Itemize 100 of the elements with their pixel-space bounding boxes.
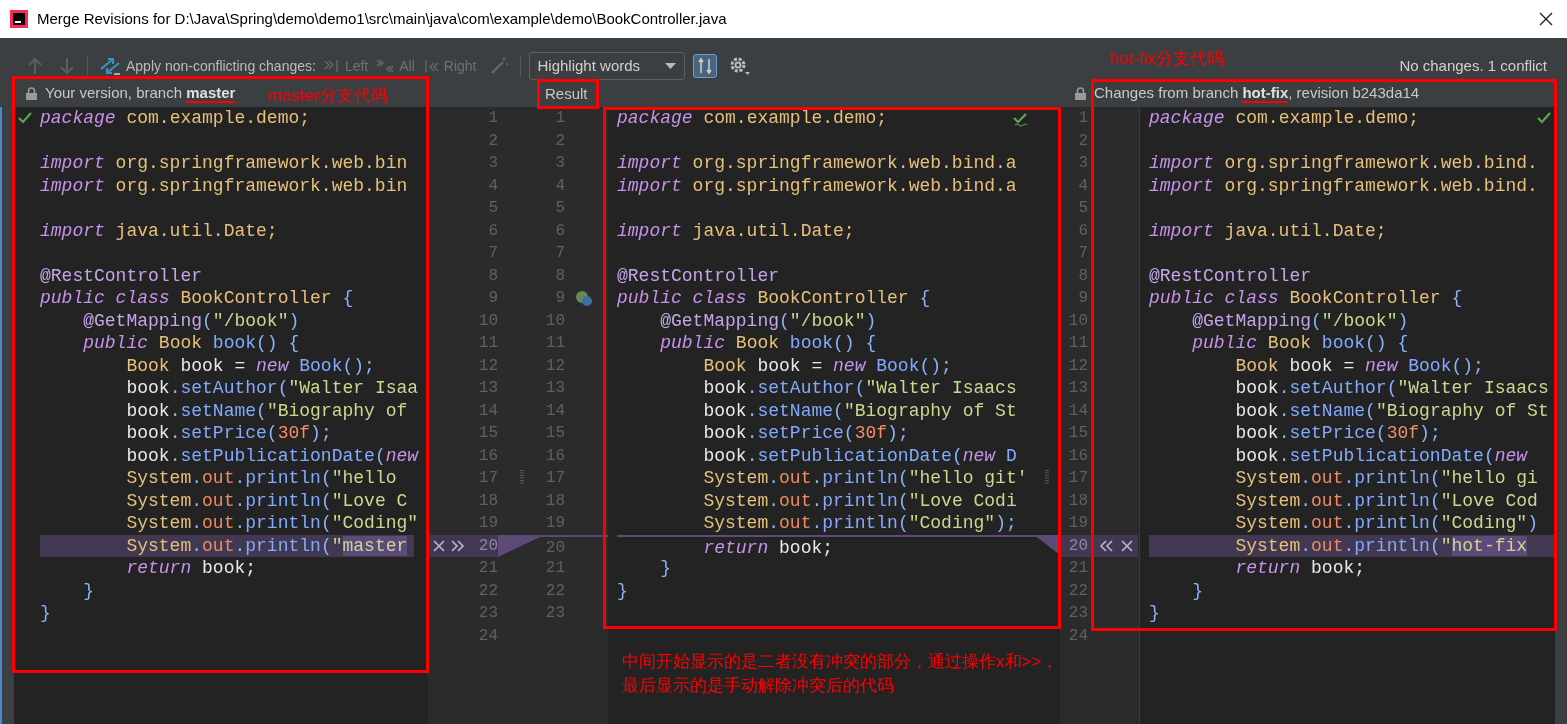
line-number: 10: [1067, 310, 1088, 332]
line-number: 2: [1077, 130, 1088, 152]
code-line: return book;: [1234, 558, 1366, 578]
code-line: import org.springframework.web.bind.a: [617, 175, 1017, 196]
code-line: @GetMapping("/book"): [1191, 310, 1409, 331]
code-line: }: [659, 558, 671, 578]
annotation-label: hot-fix分支代码: [1110, 48, 1225, 70]
code-line: System.out.println("Coding");: [702, 513, 1017, 533]
code-line: book.setAuthor("Walter Isaacs: [702, 378, 1017, 398]
line-number: 6: [1077, 220, 1088, 242]
line-number: 19: [477, 513, 498, 534]
checkmark-icon: [18, 112, 32, 124]
line-number: 17: [544, 468, 565, 489]
annotation-note: 中间开始显示的是二者没有冲突的部分，通过操作x和>>，最后显示的是手动解除冲突后的代码: [622, 651, 1060, 697]
code-line: System.out.println("Coding": [125, 513, 419, 533]
code-line: }: [40, 603, 51, 623]
merge-arrows-icon[interactable]: [99, 56, 121, 76]
line-number: 1: [487, 108, 498, 129]
code-editor[interactable]: [1140, 107, 1555, 724]
line-number: 9: [554, 288, 565, 309]
code-line: public Book book() {: [1191, 333, 1409, 353]
line-number: 3: [554, 153, 565, 174]
line-number: 21: [1067, 558, 1088, 579]
line-number: 16: [477, 445, 498, 467]
line-number: 9: [1077, 288, 1088, 309]
code-line: @RestController: [40, 265, 203, 286]
line-number: 1: [554, 108, 565, 129]
code-line: System.out.println("hello gi: [1234, 468, 1538, 488]
settings-icon[interactable]: [728, 56, 751, 76]
highlight-dropdown[interactable]: Highlight words: [528, 52, 685, 80]
line-number: 1: [1077, 108, 1088, 129]
apply-all-icon: [376, 58, 395, 74]
code-line: }: [1149, 603, 1160, 623]
line-number: 9: [487, 288, 498, 309]
line-number: 10: [544, 310, 565, 332]
line-number: 13: [544, 378, 565, 399]
code-line: package com.example.demo;: [617, 108, 888, 128]
code-line: book.setPublicationDate(new D: [702, 445, 1017, 466]
line-number: 2: [487, 130, 498, 152]
code-line: System.out.println("master: [125, 535, 408, 556]
line-number: 5: [554, 198, 565, 219]
line-number: 16: [544, 445, 565, 467]
code-line: System.out.println("Coding"): [1234, 513, 1538, 533]
line-number: 17: [477, 468, 498, 489]
line-number: 3: [1077, 153, 1088, 174]
code-line: public class BookController {: [617, 288, 931, 308]
line-number: 20: [477, 535, 498, 557]
code-line: public Book book() {: [659, 333, 877, 353]
line-number: 18: [1067, 490, 1088, 512]
line-number: 15: [477, 423, 498, 444]
line-number: 4: [1077, 175, 1088, 197]
code-line: }: [82, 580, 94, 601]
line-number: 20: [543, 534, 565, 557]
code-line: book.setPrice(30f);: [125, 423, 332, 443]
line-number: 24: [1067, 625, 1088, 647]
code-line: import org.springframework.web.bin: [40, 175, 408, 196]
code-line: import org.springframework.web.bin: [40, 153, 408, 173]
line-number: 13: [477, 378, 498, 399]
code-line: import java.util.Date;: [40, 220, 278, 241]
double-chevron-right-icon[interactable]: [450, 538, 466, 553]
code-line: @GetMapping("/book"): [82, 310, 300, 331]
line-number: 23: [1067, 603, 1088, 624]
line-number: 8: [554, 265, 565, 287]
annotation-frame: [537, 79, 599, 109]
line-number: 21: [544, 558, 565, 579]
conflict-status: No changes. 1 conflict: [1399, 55, 1547, 76]
code-line: book.setAuthor("Walter Isaacs: [1234, 378, 1549, 398]
code-editor[interactable]: [608, 107, 1060, 724]
checkmark-icon: [1013, 113, 1029, 127]
line-number: 14: [477, 400, 498, 422]
pane-header: Result: [545, 85, 588, 102]
code-line: Book book = new Book();: [125, 355, 375, 376]
line-number: 20: [1067, 535, 1088, 557]
close-icon[interactable]: [1539, 12, 1553, 26]
checkmark-icon: [1537, 112, 1551, 124]
line-number: 7: [554, 243, 565, 264]
code-line: public class BookController {: [1149, 288, 1463, 308]
class-icon[interactable]: [575, 289, 593, 307]
line-number: 12: [1067, 355, 1088, 377]
code-line: book.setName("Biography of: [125, 400, 408, 421]
code-line: import org.springframework.web.bind.: [1149, 175, 1538, 196]
line-number: 11: [477, 333, 498, 354]
code-line: book.setPublicationDate(new: [125, 445, 419, 466]
line-number: 23: [477, 603, 498, 624]
line-number: 8: [1077, 265, 1088, 287]
line-number: 22: [1067, 580, 1088, 602]
code-line: System.out.println("hello: [125, 468, 397, 488]
code-line: import org.springframework.web.bind.a: [617, 153, 1017, 173]
line-number: 12: [544, 355, 565, 377]
code-line: book.setPrice(30f);: [702, 423, 909, 443]
sync-scroll-toggle[interactable]: [692, 54, 717, 78]
line-number: 15: [1067, 423, 1088, 444]
line-number: 12: [477, 355, 498, 377]
code-line: book.setPrice(30f);: [1234, 423, 1441, 443]
line-number: 21: [477, 558, 498, 579]
conflict-connector: [498, 534, 543, 557]
line-number: 6: [554, 220, 565, 242]
double-chevron-left-icon[interactable]: [1098, 538, 1114, 553]
line-number: 2: [554, 130, 565, 152]
code-line: Book book = new Book();: [1234, 355, 1484, 376]
